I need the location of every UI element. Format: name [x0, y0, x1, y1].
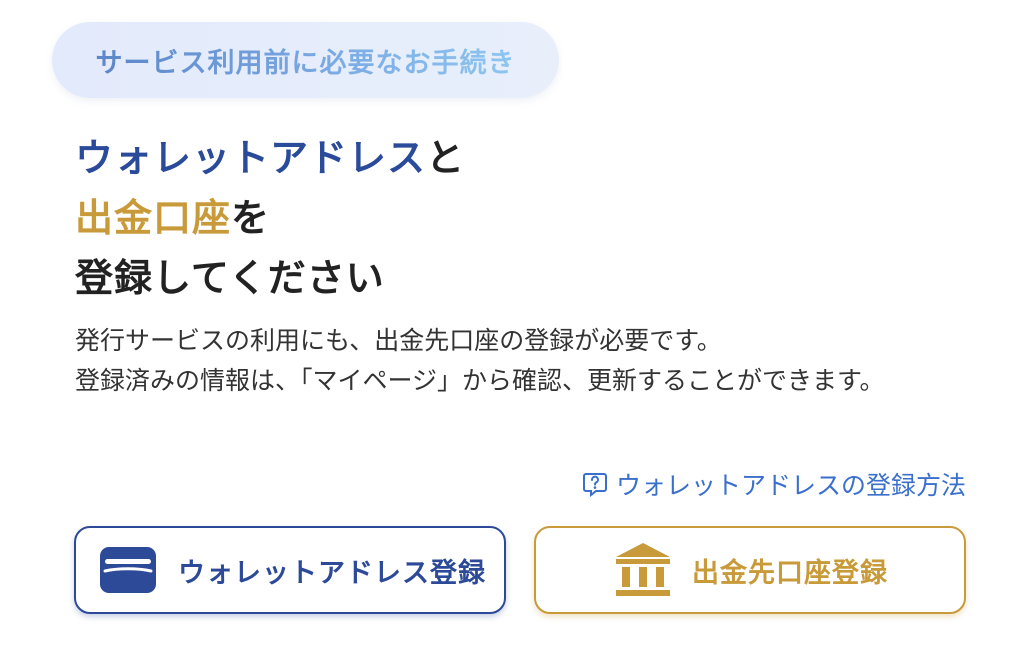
- register-wallet-button[interactable]: ウォレットアドレス登録: [74, 526, 506, 614]
- description-line-1: 発行サービスの利用にも、出金先口座の登録が必要です。: [75, 326, 722, 355]
- page-headline: ウォレットアドレスと 出金口座を 登録してください: [75, 128, 955, 308]
- procedure-badge-label: サービス利用前に必要なお手続き: [96, 41, 516, 80]
- description-line-2: 登録済みの情報は、「マイページ」から確認、更新することができます。: [75, 366, 885, 395]
- headline-line-2: 出金口座を: [75, 188, 955, 248]
- headline-account-highlight: 出金口座: [75, 196, 232, 240]
- procedure-badge: サービス利用前に必要なお手続き: [52, 22, 559, 98]
- question-bubble-icon: [582, 471, 608, 497]
- register-wallet-button-label: ウォレットアドレス登録: [178, 557, 486, 589]
- register-bank-account-button[interactable]: 出金先口座登録: [534, 526, 966, 614]
- headline-wallet-highlight: ウォレットアドレス: [75, 136, 427, 180]
- bank-icon: [614, 542, 672, 598]
- headline-line-1: ウォレットアドレスと: [75, 128, 955, 188]
- headline-line-2-rest: を: [231, 196, 271, 240]
- headline-line-3: 登録してください: [75, 256, 385, 300]
- description: 発行サービスの利用にも、出金先口座の登録が必要です。 登録済みの情報は、「マイペ…: [75, 321, 955, 401]
- help-link-label: ウォレットアドレスの登録方法: [615, 471, 966, 500]
- wallet-icon: [100, 547, 156, 593]
- register-bank-account-button-label: 出金先口座登録: [692, 557, 888, 589]
- wallet-registration-help-link[interactable]: ウォレットアドレスの登録方法: [582, 466, 966, 502]
- headline-line-1-rest: と: [426, 136, 466, 180]
